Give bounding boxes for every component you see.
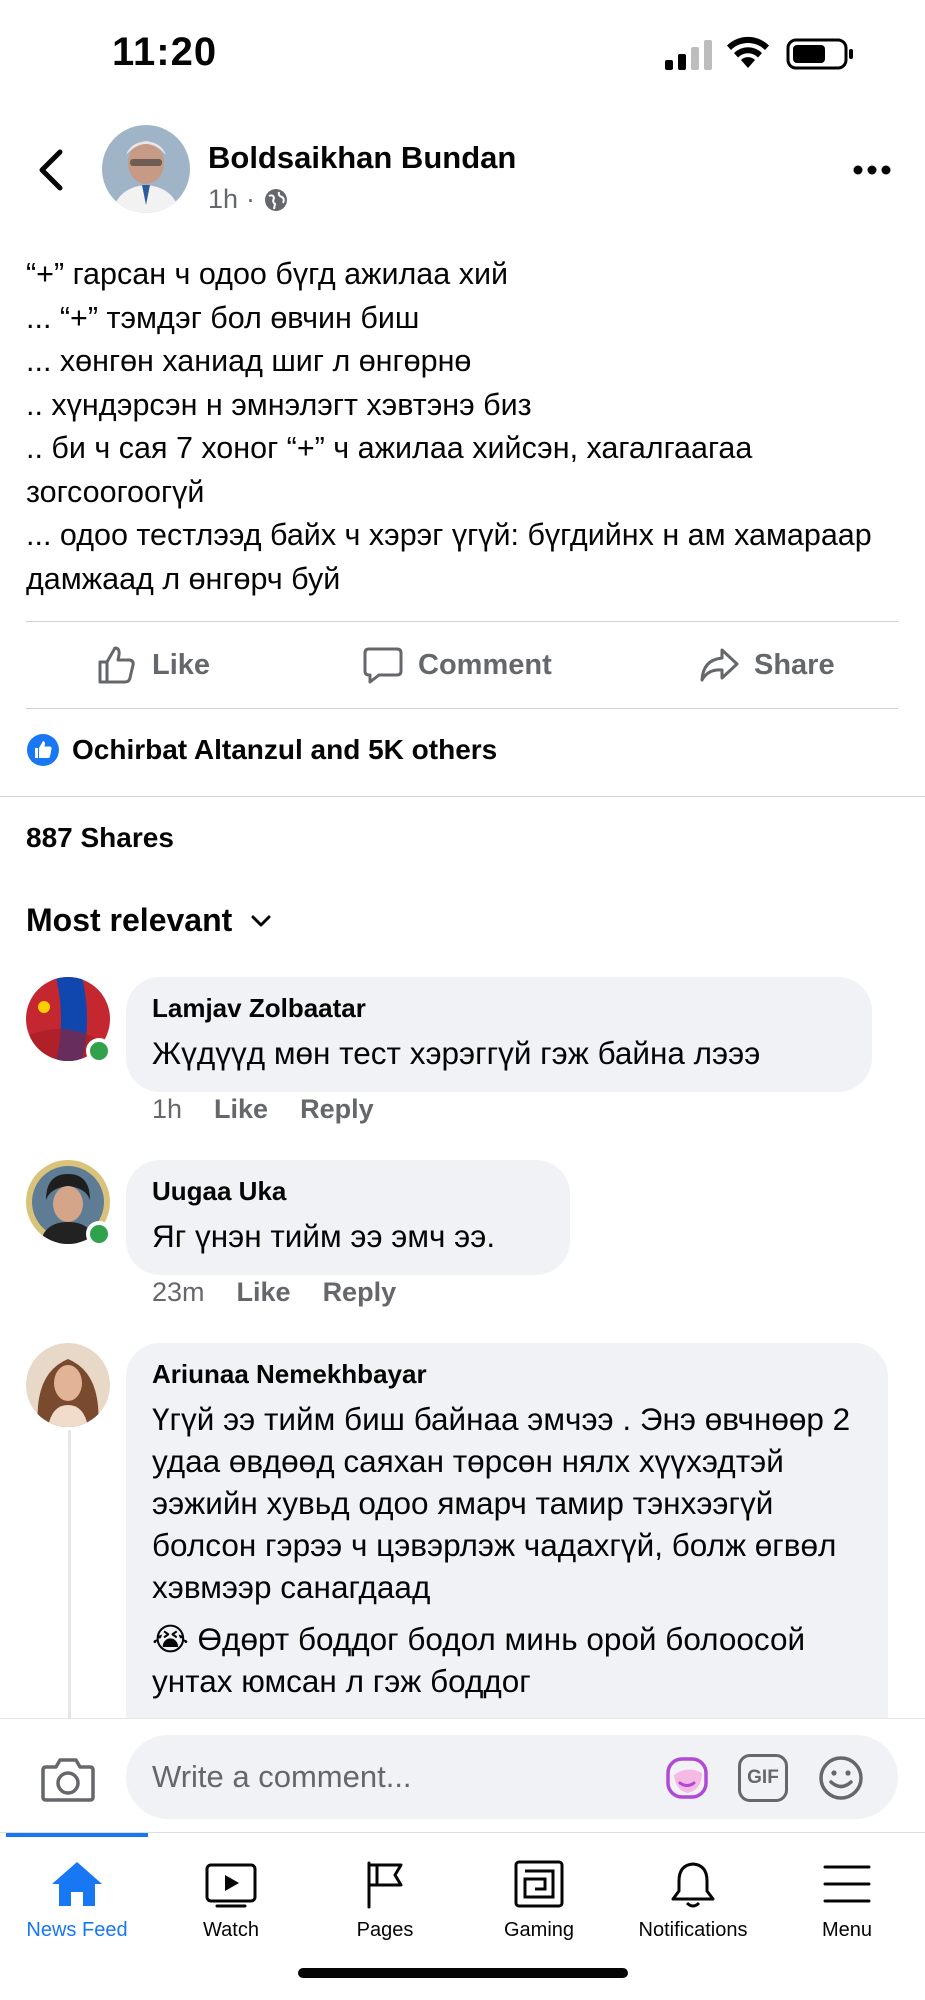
comment-bubble[interactable]: Uugaa Uka Яг үнэн тийм ээ эмч ээ. xyxy=(126,1160,570,1275)
globe-icon xyxy=(265,188,288,211)
menu-icon xyxy=(823,1865,871,1903)
comment-like-button[interactable]: Like xyxy=(214,1094,268,1125)
gif-button[interactable]: GIF xyxy=(738,1754,788,1802)
shares-count[interactable]: 887 Shares xyxy=(26,822,174,854)
status-bar: 11:20 xyxy=(0,0,925,110)
post-text: “+” гарсан ч одоо бүгд ажилаа хий ... “+… xyxy=(26,257,872,596)
reactions-text: Ochirbat Altanzul and 5K others xyxy=(72,734,498,765)
comment-like-button[interactable]: Like xyxy=(237,1277,291,1308)
tab-label: Watch xyxy=(203,1919,259,1941)
author-name[interactable]: Boldsaikhan Bundan xyxy=(208,140,516,176)
person-avatar-image xyxy=(26,1343,110,1427)
comment-reply-button[interactable]: Reply xyxy=(300,1094,374,1125)
camera-icon[interactable] xyxy=(40,1755,96,1803)
comment-time: 1h xyxy=(152,1094,183,1124)
comment-meta: 23m Like Reply xyxy=(152,1277,396,1308)
author-photo xyxy=(102,125,190,213)
more-options-icon[interactable] xyxy=(852,150,892,190)
author-avatar[interactable] xyxy=(102,125,190,213)
watch-icon xyxy=(205,1863,257,1908)
gaming-icon xyxy=(514,1860,564,1908)
post-action-bar: Like Comment Share xyxy=(26,622,898,708)
share-button[interactable]: Share xyxy=(698,622,835,708)
comment-text: Жүдүүд мөн тест хэрэггүй гэж байна лэээ xyxy=(152,1035,761,1071)
tab-pages[interactable]: Pages xyxy=(308,1833,462,1953)
flag-icon xyxy=(367,1861,403,1909)
comment-meta: 1h Like Reply xyxy=(152,1094,374,1125)
thumbs-up-icon xyxy=(98,646,135,684)
chevron-down-icon xyxy=(251,915,271,926)
cellular-signal-icon xyxy=(665,40,712,70)
reactions-summary[interactable]: Ochirbat Altanzul and 5K others xyxy=(26,733,497,767)
tab-menu[interactable]: Menu xyxy=(770,1833,924,1953)
bell-icon xyxy=(671,1862,715,1908)
comment-text: Яг үнэн тийм ээ эмч ээ. xyxy=(152,1218,496,1254)
post-meta: 1h · xyxy=(208,184,289,215)
like-label: Like xyxy=(152,648,211,681)
back-button[interactable] xyxy=(32,146,72,194)
comment-composer: GIF xyxy=(0,1718,925,1832)
commenter-name[interactable]: Uugaa Uka xyxy=(152,1176,544,1207)
tab-label: Gaming xyxy=(503,1919,575,1941)
tab-gaming[interactable]: Gaming xyxy=(462,1833,616,1953)
comment-bubble[interactable]: Ariunaa Nemekhbayar Үгүй ээ тийм биш бай… xyxy=(126,1343,888,1763)
comment-input-box[interactable]: GIF xyxy=(126,1735,898,1819)
thread-line xyxy=(68,1430,71,1720)
sort-dropdown[interactable]: Most relevant xyxy=(26,902,272,939)
comment-text: Үгүй ээ тийм биш байнаа эмчээ . Энэ өвчн… xyxy=(152,1401,851,1605)
home-icon xyxy=(52,1862,102,1906)
tab-notifications[interactable]: Notifications xyxy=(616,1833,770,1953)
online-status-dot xyxy=(86,1038,112,1064)
comment-time: 23m xyxy=(152,1277,205,1307)
tab-label: Menu xyxy=(821,1919,873,1941)
comment-text-continued: 😭 Өдөрт боддог бодол минь орой болоосой … xyxy=(152,1621,806,1699)
battery-icon xyxy=(786,38,853,70)
commenter-name[interactable]: Lamjav Zolbaatar xyxy=(152,993,846,1024)
home-indicator[interactable] xyxy=(298,1968,628,1978)
wifi-icon xyxy=(727,36,769,68)
tab-watch[interactable]: Watch xyxy=(154,1833,308,1953)
comment-avatar[interactable] xyxy=(26,1343,110,1427)
commenter-name[interactable]: Ariunaa Nemekhbayar xyxy=(152,1359,862,1390)
tab-label: Pages xyxy=(356,1919,414,1941)
like-button[interactable]: Like xyxy=(96,622,210,708)
online-status-dot xyxy=(86,1221,112,1247)
comment-input[interactable] xyxy=(152,1735,652,1819)
comment-button[interactable]: Comment xyxy=(362,622,552,708)
avatar-sticker-icon[interactable] xyxy=(662,1753,712,1803)
post-time[interactable]: 1h xyxy=(208,184,238,215)
comment-reply-button[interactable]: Reply xyxy=(323,1277,397,1308)
tab-news-feed[interactable]: News Feed xyxy=(0,1833,154,1953)
like-reaction-icon xyxy=(27,734,59,766)
share-label: Share xyxy=(754,648,835,681)
comment-label: Comment xyxy=(418,648,552,681)
status-time: 11:20 xyxy=(112,30,218,74)
emoji-icon[interactable] xyxy=(816,1753,866,1803)
sort-label: Most relevant xyxy=(26,902,233,938)
share-icon xyxy=(700,648,739,682)
comment-icon xyxy=(363,647,403,684)
divider xyxy=(26,708,898,709)
comment-bubble[interactable]: Lamjav Zolbaatar Жүдүүд мөн тест хэрэггү… xyxy=(126,977,872,1092)
tab-label: Notifications xyxy=(638,1919,748,1941)
tab-label: News Feed xyxy=(26,1919,128,1941)
meta-separator: · xyxy=(246,184,256,214)
section-divider xyxy=(0,796,925,797)
